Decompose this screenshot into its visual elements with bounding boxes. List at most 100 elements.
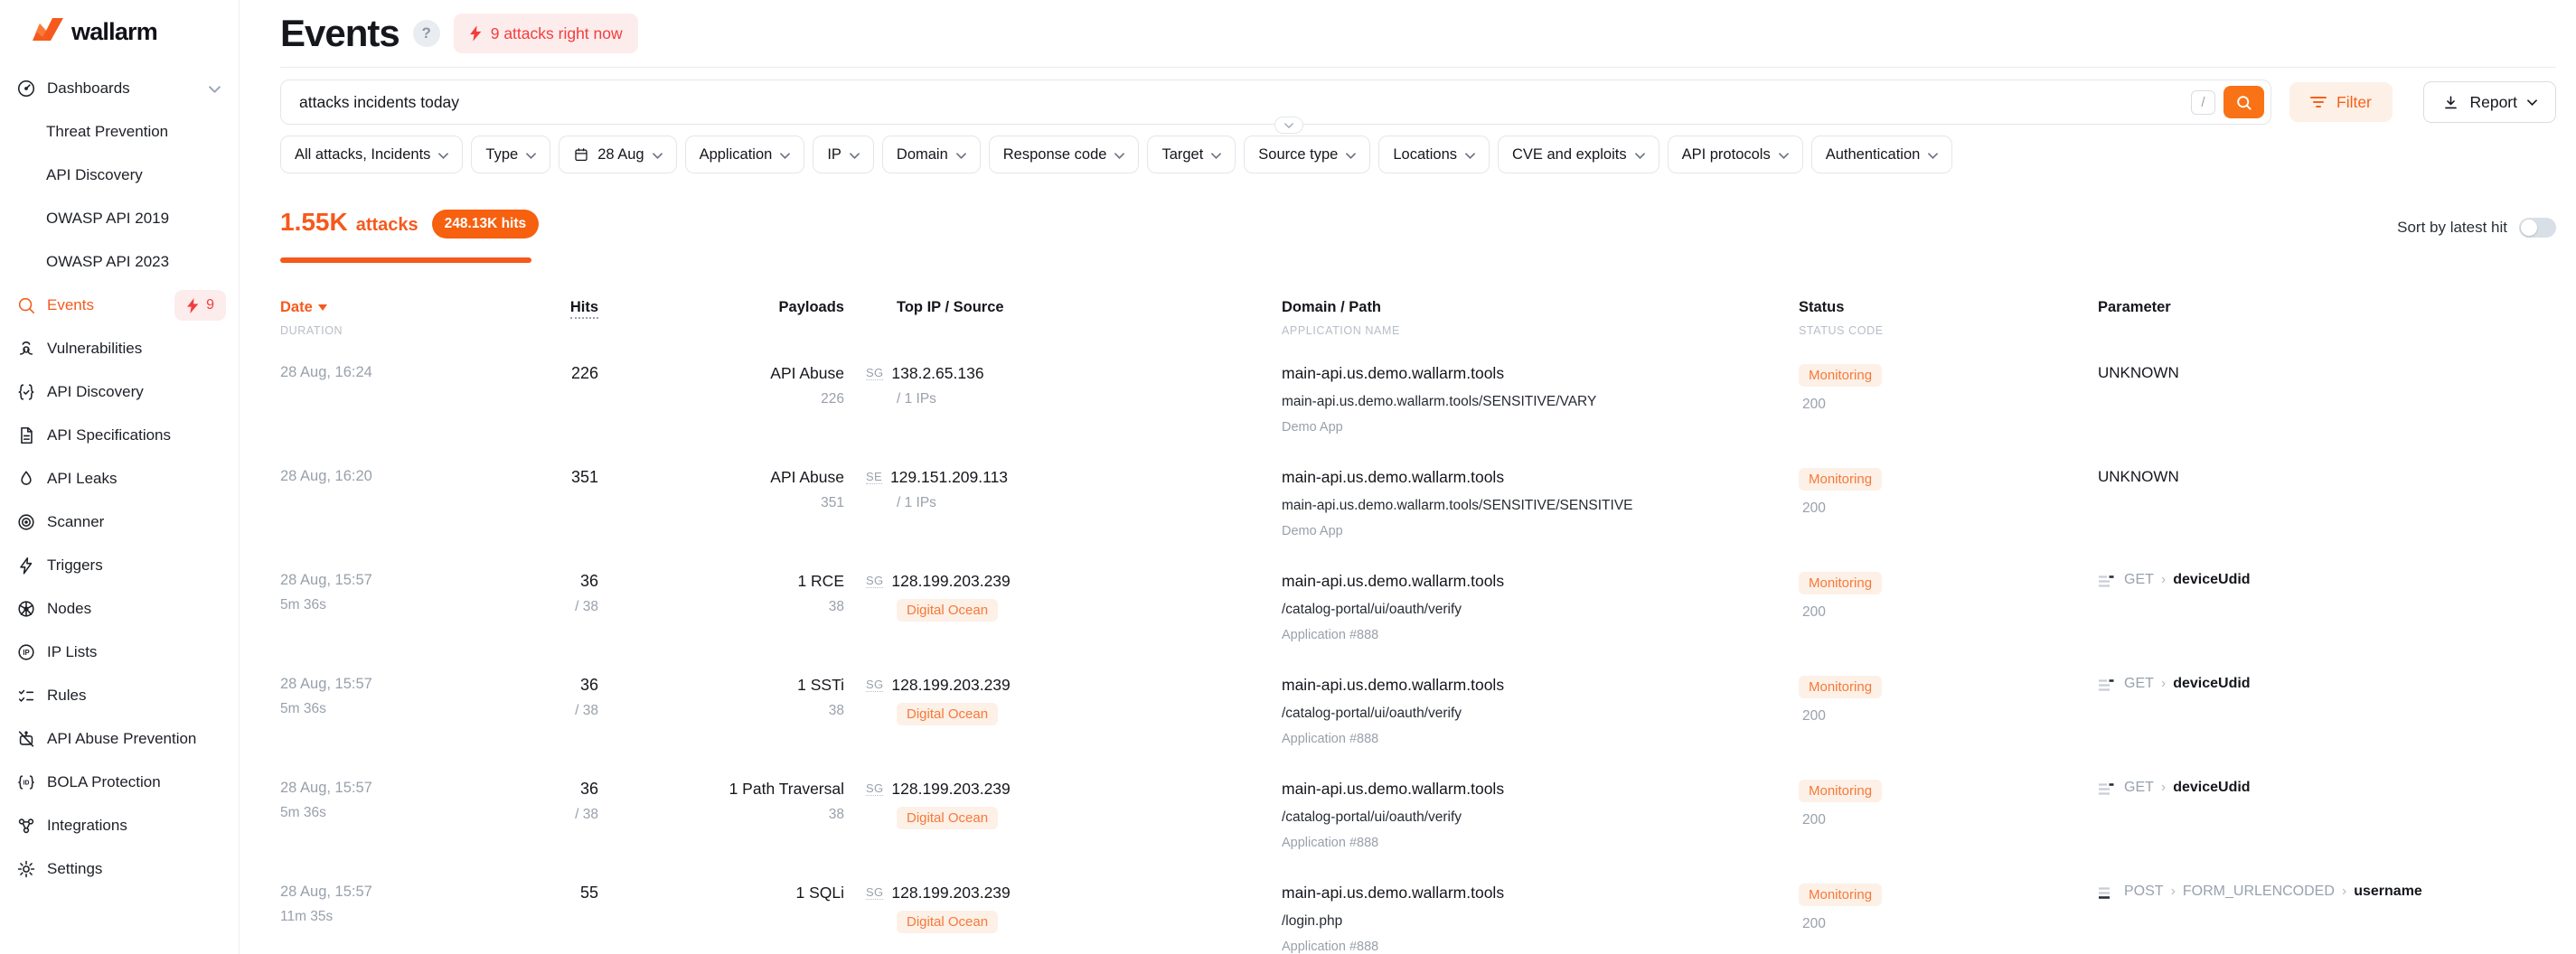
event-hits-total: / 38 <box>511 807 598 823</box>
checklist-icon <box>16 686 36 706</box>
table-row[interactable]: 28 Aug, 16:20 351 API Abuse 351 SE 129.1… <box>280 454 2556 557</box>
event-domain[interactable]: main-api.us.demo.wallarm.tools <box>1282 364 1799 383</box>
search-input[interactable] <box>299 93 2191 112</box>
event-ip[interactable]: 129.151.209.113 <box>890 468 1008 487</box>
country-code[interactable]: SG <box>866 781 883 796</box>
ip-circle-icon: IP <box>16 642 36 662</box>
attacks-tab[interactable]: 1.55K attacks 248.13K hits <box>280 208 539 263</box>
event-domain[interactable]: main-api.us.demo.wallarm.tools <box>1282 468 1799 487</box>
country-code[interactable]: SG <box>866 678 883 692</box>
biohazard-icon <box>16 339 36 359</box>
event-path[interactable]: /catalog-portal/ui/oauth/verify <box>1282 809 1799 826</box>
sidebar-item-dashboards[interactable]: Dashboards <box>0 67 239 110</box>
event-hits-total: / 38 <box>511 599 598 615</box>
filter-chip-authentication[interactable]: Authentication <box>1811 136 1953 173</box>
event-ip-count: / 1 IPs <box>897 391 1282 407</box>
country-code[interactable]: SE <box>866 470 882 484</box>
filter-chip-date[interactable]: 28 Aug <box>559 136 676 173</box>
event-ip[interactable]: 128.199.203.239 <box>891 572 1010 591</box>
sidebar-item-owasp-api-2023[interactable]: OWASP API 2023 <box>0 240 239 284</box>
chevron-down-icon <box>1779 146 1789 164</box>
country-code[interactable]: SG <box>866 885 883 900</box>
report-button[interactable]: Report <box>2423 81 2556 123</box>
event-ip[interactable]: 128.199.203.239 <box>891 884 1010 903</box>
sidebar-item-integrations[interactable]: Integrations <box>0 804 239 847</box>
event-path[interactable]: main-api.us.demo.wallarm.tools/SENSITIVE… <box>1282 498 1799 514</box>
event-domain[interactable]: main-api.us.demo.wallarm.tools <box>1282 884 1799 903</box>
filter-chip-type[interactable]: Type <box>471 136 550 173</box>
attacks-right-now-badge[interactable]: 9 attacks right now <box>454 14 638 53</box>
slash-shortcut-key: / <box>2191 90 2215 115</box>
sidebar-item-rules[interactable]: Rules <box>0 674 239 717</box>
sidebar-item-nodes[interactable]: Nodes <box>0 587 239 631</box>
sidebar-item-api-specifications[interactable]: API Specifications <box>0 414 239 457</box>
sidebar-item-triggers[interactable]: Triggers <box>0 544 239 587</box>
filter-chip-ip[interactable]: IP <box>813 136 874 173</box>
search-button[interactable] <box>2223 86 2264 118</box>
collapse-search-handle[interactable] <box>1274 117 1303 134</box>
sidebar-item-api-abuse-prevention[interactable]: API Abuse Prevention <box>0 717 239 761</box>
column-header-hits[interactable]: Hits <box>511 299 598 337</box>
event-parameter: UNKNOWN <box>2098 468 2179 486</box>
column-header-application-name: APPLICATION NAME <box>1282 324 1799 337</box>
filter-chip-response-code[interactable]: Response code <box>989 136 1140 173</box>
filter-chip-api-protocols[interactable]: API protocols <box>1668 136 1803 173</box>
sidebar-item-events[interactable]: Events 9 <box>0 284 239 327</box>
request-lines-icon <box>2098 678 2115 692</box>
sidebar-item-settings[interactable]: Settings <box>0 847 239 891</box>
search-toolbar: / Filter Report <box>280 80 2556 125</box>
filter-button[interactable]: Filter <box>2289 82 2393 122</box>
filter-chip-cve-exploits[interactable]: CVE and exploits <box>1498 136 1659 173</box>
event-payload[interactable]: 1 SSTi <box>598 676 844 695</box>
event-ip[interactable]: 128.199.203.239 <box>891 780 1010 799</box>
country-code[interactable]: SG <box>866 366 883 380</box>
event-ip[interactable]: 138.2.65.136 <box>891 364 983 383</box>
table-row[interactable]: 28 Aug, 15:57 5m 36s 36 / 38 1 SSTi 38 S… <box>280 661 2556 765</box>
sidebar-item-bola-protection[interactable]: ID BOLA Protection <box>0 761 239 804</box>
sidebar-item-scanner[interactable]: Scanner <box>0 500 239 544</box>
chevron-down-icon <box>850 146 860 164</box>
table-row[interactable]: 28 Aug, 15:57 5m 36s 36 / 38 1 Path Trav… <box>280 765 2556 869</box>
hits-count-badge: 248.13K hits <box>432 210 539 238</box>
chevron-down-icon <box>209 80 221 98</box>
event-domain[interactable]: main-api.us.demo.wallarm.tools <box>1282 780 1799 799</box>
event-payload[interactable]: 1 Path Traversal <box>598 780 844 799</box>
sidebar-item-api-leaks[interactable]: API Leaks <box>0 457 239 500</box>
sidebar-item-vulnerabilities[interactable]: Vulnerabilities <box>0 327 239 370</box>
event-ip[interactable]: 128.199.203.239 <box>891 676 1010 695</box>
event-domain[interactable]: main-api.us.demo.wallarm.tools <box>1282 676 1799 695</box>
table-row[interactable]: 28 Aug, 15:57 5m 36s 36 / 38 1 RCE 38 SG… <box>280 557 2556 661</box>
param-separator: › <box>2342 884 2346 900</box>
event-payload[interactable]: 1 SQLi <box>598 884 844 903</box>
table-row[interactable]: 28 Aug, 16:24 226 API Abuse 226 SG 138.2… <box>280 350 2556 454</box>
sidebar-item-api-discovery[interactable]: API Discovery <box>0 370 239 414</box>
event-payload[interactable]: API Abuse <box>598 364 844 383</box>
filter-chip-target[interactable]: Target <box>1147 136 1236 173</box>
column-header-date[interactable]: Date DURATION <box>280 299 511 337</box>
chevron-down-icon <box>526 146 536 164</box>
country-code[interactable]: SG <box>866 574 883 588</box>
sidebar-item-threat-prevention[interactable]: Threat Prevention <box>0 110 239 154</box>
status-badge: Monitoring <box>1799 468 1882 491</box>
sidebar-item-label: API Specifications <box>47 426 171 444</box>
wallarm-logo[interactable]: wallarm <box>0 16 239 47</box>
event-path[interactable]: /catalog-portal/ui/oauth/verify <box>1282 602 1799 618</box>
event-payload[interactable]: API Abuse <box>598 468 844 487</box>
filter-chip-locations[interactable]: Locations <box>1378 136 1490 173</box>
sidebar-item-ip-lists[interactable]: IP IP Lists <box>0 631 239 674</box>
filter-chip-source-type[interactable]: Source type <box>1244 136 1370 173</box>
sidebar-item-owasp-api-2019[interactable]: OWASP API 2019 <box>0 197 239 240</box>
help-icon[interactable]: ? <box>413 20 440 47</box>
sidebar-item-label: API Discovery <box>47 383 144 401</box>
event-payload[interactable]: 1 RCE <box>598 572 844 591</box>
sort-by-latest-hit-toggle[interactable] <box>2519 218 2556 238</box>
filter-chip-domain[interactable]: Domain <box>882 136 981 173</box>
event-hits: 36 <box>511 676 598 695</box>
event-domain[interactable]: main-api.us.demo.wallarm.tools <box>1282 572 1799 591</box>
event-path[interactable]: main-api.us.demo.wallarm.tools/SENSITIVE… <box>1282 394 1799 410</box>
event-path[interactable]: /login.php <box>1282 913 1799 930</box>
sidebar-item-api-discovery-dashboard[interactable]: API Discovery <box>0 154 239 197</box>
filter-chip-application[interactable]: Application <box>685 136 805 173</box>
filter-chip-attack-type[interactable]: All attacks, Incidents <box>280 136 463 173</box>
event-path[interactable]: /catalog-portal/ui/oauth/verify <box>1282 706 1799 722</box>
